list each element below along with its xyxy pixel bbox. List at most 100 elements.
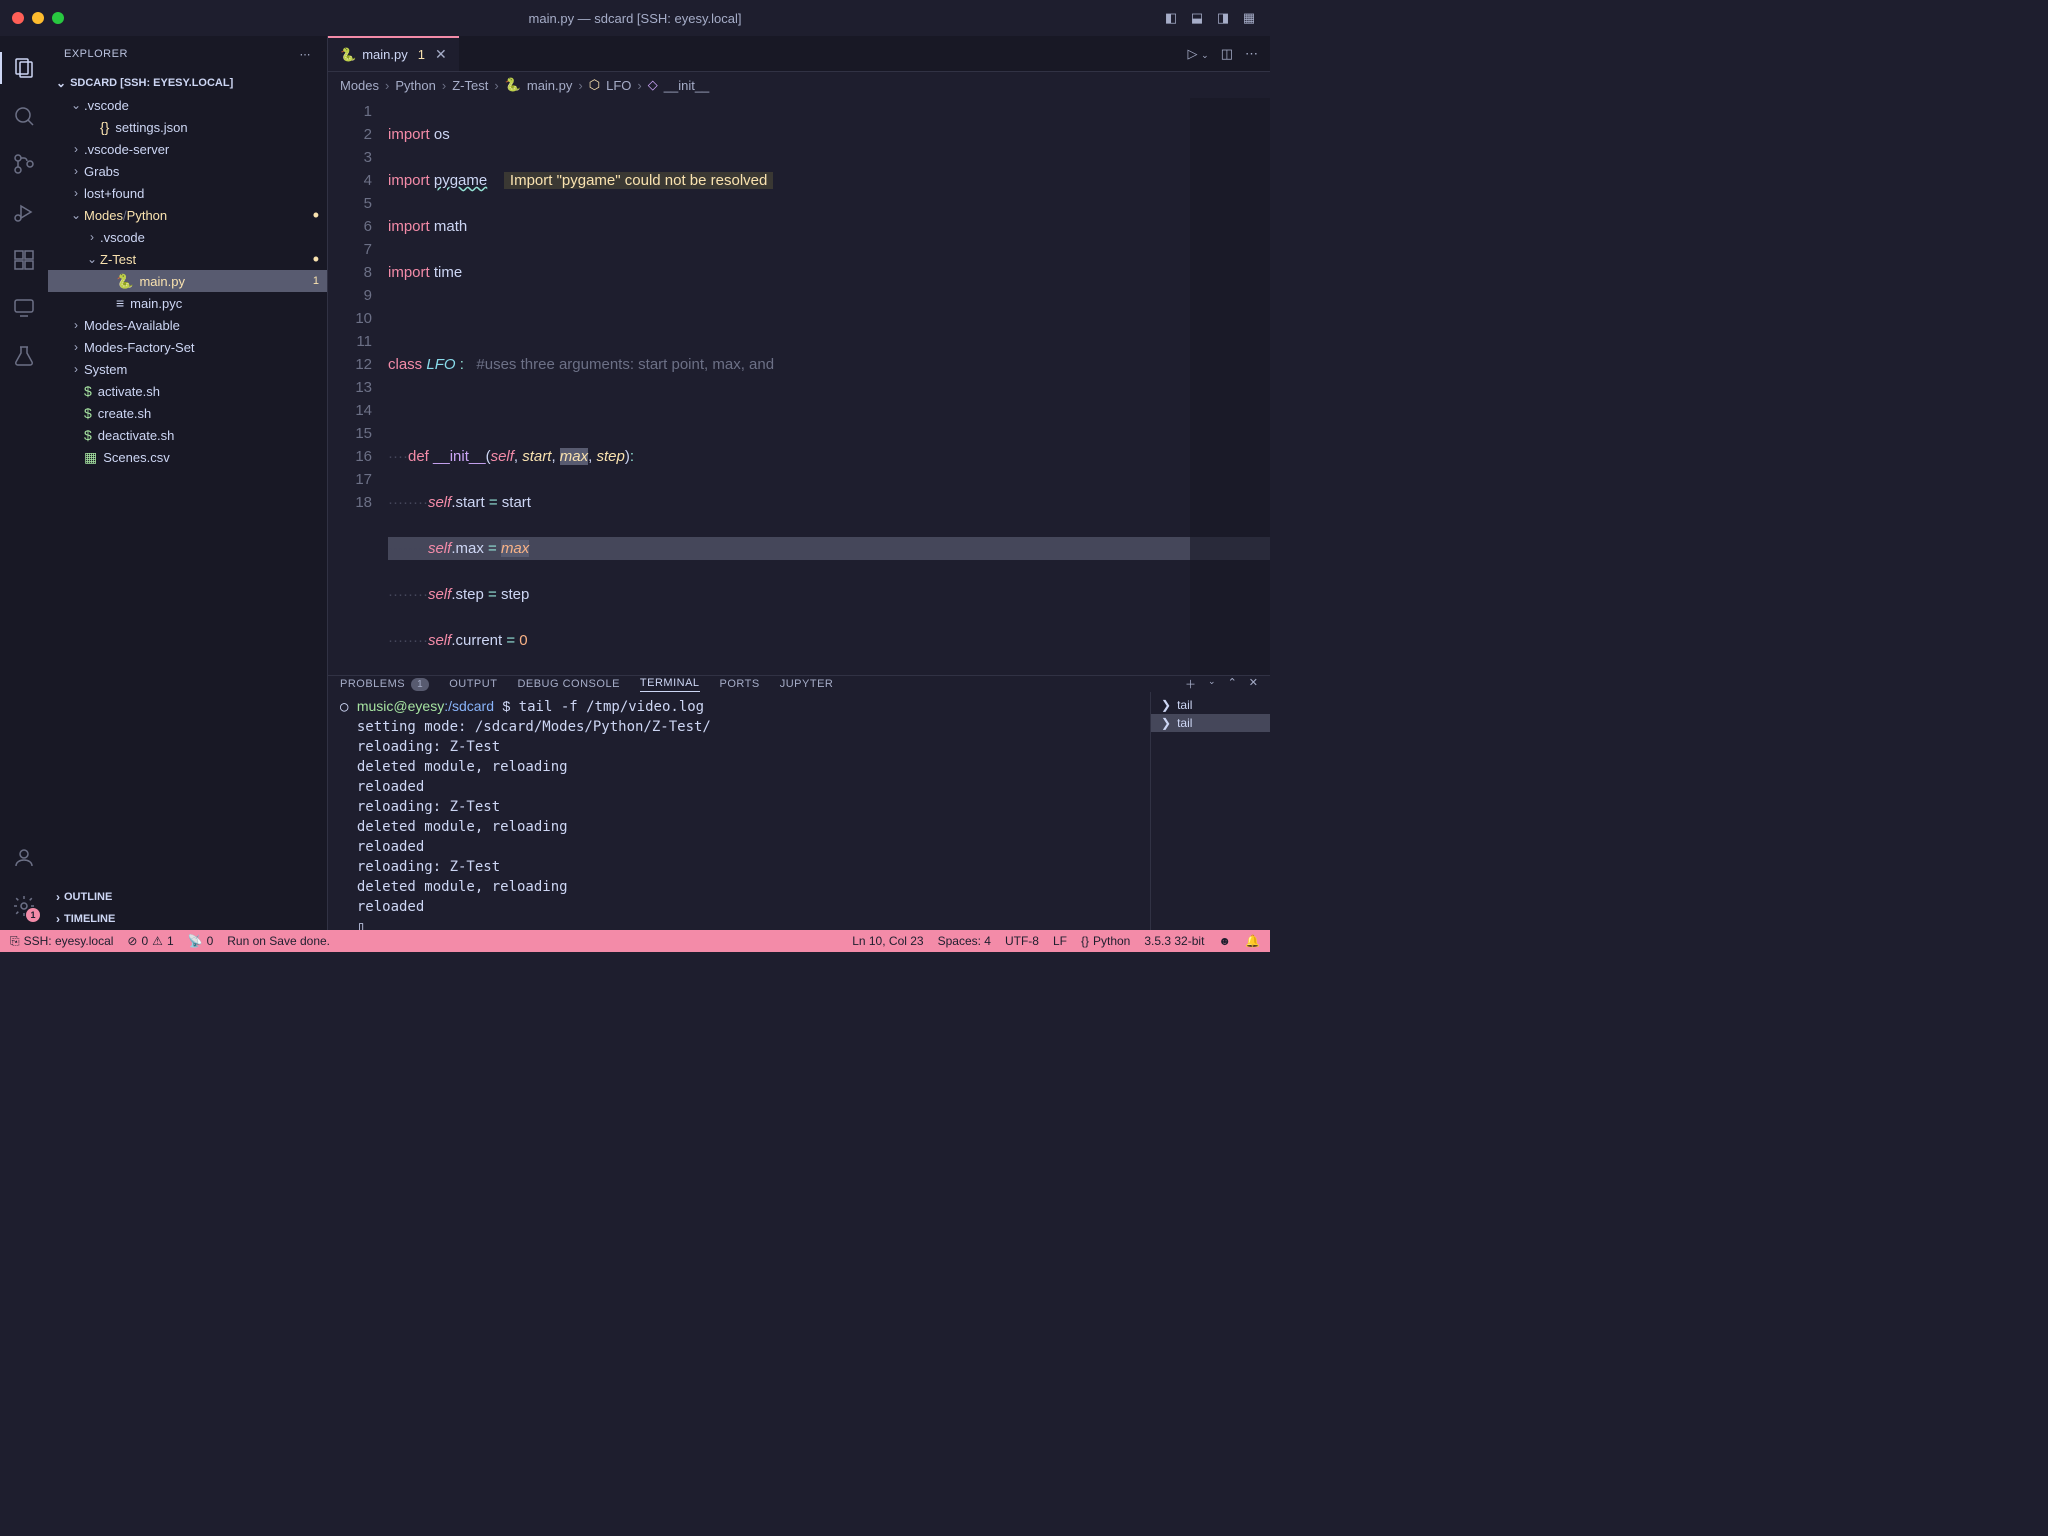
- layout-sidebar-left-icon[interactable]: ◧: [1162, 9, 1180, 27]
- panel-tab-output[interactable]: OUTPUT: [449, 678, 497, 690]
- activity-accounts[interactable]: [0, 834, 48, 882]
- minimap[interactable]: [1190, 98, 1270, 675]
- curly-braces-icon: {}: [1081, 934, 1089, 948]
- sidebar-timeline-section[interactable]: ›TIMELINE: [48, 908, 327, 930]
- more-actions-icon[interactable]: ⋯: [1245, 46, 1258, 62]
- tree-folder-modes-python[interactable]: ⌄Modes / Python•: [48, 204, 327, 226]
- status-indent[interactable]: Spaces: 4: [938, 934, 991, 948]
- status-notifications-icon[interactable]: 🔔: [1245, 934, 1260, 948]
- breadcrumb[interactable]: Modes› Python› Z-Test› 🐍main.py› ⬡LFO› ◇…: [328, 72, 1270, 98]
- method-icon: ◇: [648, 77, 658, 93]
- activity-extensions[interactable]: [0, 236, 48, 284]
- tree-folder-vscode[interactable]: ⌄.vscode: [48, 94, 327, 116]
- shell-icon: $: [84, 427, 92, 443]
- tree-file-scenes-csv[interactable]: ▦Scenes.csv: [48, 446, 327, 468]
- editor-tab-main-py[interactable]: 🐍 main.py 1 ✕: [328, 36, 459, 71]
- file-tree: ⌄.vscode {}settings.json ›.vscode-server…: [48, 94, 327, 468]
- new-terminal-icon[interactable]: ＋: [1185, 676, 1196, 692]
- terminal-list: ❯tail ❯tail: [1150, 692, 1270, 930]
- tree-folder-lost-found[interactable]: ›lost+found: [48, 182, 327, 204]
- terminal-list-item[interactable]: ❯tail: [1151, 714, 1270, 732]
- tab-close-icon[interactable]: ✕: [435, 46, 447, 63]
- bottom-panel: PROBLEMS1 OUTPUT DEBUG CONSOLE TERMINAL …: [328, 675, 1270, 930]
- terminal-icon: ❯: [1161, 698, 1171, 712]
- activity-run-debug[interactable]: [0, 188, 48, 236]
- status-ports[interactable]: 📡0: [188, 934, 214, 948]
- titlebar-layout-controls: ◧ ⬓ ◨ ▦: [1162, 9, 1258, 27]
- layout-sidebar-right-icon[interactable]: ◨: [1214, 9, 1232, 27]
- tree-file-create-sh[interactable]: $create.sh: [48, 402, 327, 424]
- activity-settings[interactable]: 1: [0, 882, 48, 930]
- terminal-icon: ❯: [1161, 716, 1171, 730]
- status-cursor-position[interactable]: Ln 10, Col 23: [852, 934, 923, 948]
- line-gutter: 123456789101112131415161718: [328, 98, 388, 675]
- inline-diagnostic: Import "pygame" could not be resolved: [504, 172, 773, 189]
- csv-icon: ▦: [84, 449, 97, 466]
- error-icon: ⊘: [127, 934, 137, 948]
- python-icon: 🐍: [340, 47, 356, 63]
- maximize-window-button[interactable]: [52, 12, 64, 24]
- status-python-version[interactable]: 3.5.3 32-bit: [1144, 934, 1204, 948]
- sidebar-actions-icon[interactable]: ⋯: [300, 48, 312, 61]
- sidebar-explorer: EXPLORER ⋯ ⌄ SDCARD [SSH: EYESY.LOCAL] ⌄…: [48, 36, 328, 930]
- panel-maximize-icon[interactable]: ⌃: [1228, 676, 1237, 692]
- activity-explorer[interactable]: [0, 44, 48, 92]
- panel-tab-debug-console[interactable]: DEBUG CONSOLE: [517, 678, 619, 690]
- editor-area: 🐍 main.py 1 ✕ ▷ ⌄ ◫ ⋯ Modes› Python› Z-T…: [328, 36, 1270, 930]
- panel-tab-problems[interactable]: PROBLEMS1: [340, 678, 429, 691]
- code-content[interactable]: import os import pygame Import "pygame" …: [388, 98, 1270, 675]
- run-icon[interactable]: ▷ ⌄: [1188, 46, 1209, 62]
- status-bar: ⎘SSH: eyesy.local ⊘0 ⚠1 📡0 Run on Save d…: [0, 930, 1270, 952]
- editor-tab-bar: 🐍 main.py 1 ✕ ▷ ⌄ ◫ ⋯: [328, 36, 1270, 72]
- panel-close-icon[interactable]: ✕: [1249, 676, 1258, 692]
- status-encoding[interactable]: UTF-8: [1005, 934, 1039, 948]
- terminal-output[interactable]: ○ music@eyesy:/sdcard $ tail -f /tmp/vid…: [328, 692, 1150, 930]
- titlebar: main.py — sdcard [SSH: eyesy.local] ◧ ⬓ …: [0, 0, 1270, 36]
- tree-folder-modes-vscode[interactable]: ›.vscode: [48, 226, 327, 248]
- tree-file-main-py[interactable]: 🐍main.py1: [48, 270, 327, 292]
- activity-search[interactable]: [0, 92, 48, 140]
- status-language[interactable]: {}Python: [1081, 934, 1130, 948]
- activity-remote-explorer[interactable]: [0, 284, 48, 332]
- chevron-down-icon: ⌄: [56, 76, 66, 90]
- code-editor[interactable]: 123456789101112131415161718 import os im…: [328, 98, 1270, 675]
- sidebar-root-label: SDCARD [SSH: EYESY.LOCAL]: [70, 77, 233, 89]
- minimize-window-button[interactable]: [32, 12, 44, 24]
- shell-icon: $: [84, 383, 92, 399]
- status-eol[interactable]: LF: [1053, 934, 1067, 948]
- tree-folder-ztest[interactable]: ⌄Z-Test•: [48, 248, 327, 270]
- activity-bar: 1: [0, 36, 48, 930]
- panel-tab-ports[interactable]: PORTS: [720, 678, 760, 690]
- status-feedback-icon[interactable]: ☻: [1218, 934, 1231, 948]
- panel-tab-terminal[interactable]: TERMINAL: [640, 677, 700, 692]
- window-controls: [12, 12, 64, 24]
- tree-folder-system[interactable]: ›System: [48, 358, 327, 380]
- panel-tab-jupyter[interactable]: JUPYTER: [780, 678, 834, 690]
- status-problems[interactable]: ⊘0 ⚠1: [127, 934, 173, 948]
- terminal-list-item[interactable]: ❯tail: [1151, 696, 1270, 714]
- close-window-button[interactable]: [12, 12, 24, 24]
- tree-folder-modes-available[interactable]: ›Modes-Available: [48, 314, 327, 336]
- activity-testing[interactable]: [0, 332, 48, 380]
- tree-folder-grabs[interactable]: ›Grabs: [48, 160, 327, 182]
- tree-folder-vscode-server[interactable]: ›.vscode-server: [48, 138, 327, 160]
- radio-icon: 📡: [188, 934, 203, 948]
- tree-file-deactivate-sh[interactable]: $deactivate.sh: [48, 424, 327, 446]
- sidebar-outline-section[interactable]: ›OUTLINE: [48, 886, 327, 908]
- status-remote[interactable]: ⎘SSH: eyesy.local: [10, 934, 113, 949]
- sidebar-title: EXPLORER: [64, 48, 128, 60]
- tree-file-settings-json[interactable]: {}settings.json: [48, 116, 327, 138]
- tree-folder-modes-factory[interactable]: ›Modes-Factory-Set: [48, 336, 327, 358]
- activity-source-control[interactable]: [0, 140, 48, 188]
- sidebar-root-folder[interactable]: ⌄ SDCARD [SSH: EYESY.LOCAL]: [48, 72, 327, 94]
- layout-panel-icon[interactable]: ⬓: [1188, 9, 1206, 27]
- split-editor-icon[interactable]: ◫: [1221, 46, 1233, 62]
- file-icon: ≡: [116, 295, 124, 311]
- status-run-on-save[interactable]: Run on Save done.: [227, 934, 330, 948]
- layout-customize-icon[interactable]: ▦: [1240, 9, 1258, 27]
- terminal-dropdown-icon[interactable]: ⌄: [1208, 676, 1216, 692]
- tree-file-main-pyc[interactable]: ≡main.pyc: [48, 292, 327, 314]
- python-icon: 🐍: [116, 273, 133, 290]
- tree-file-activate-sh[interactable]: $activate.sh: [48, 380, 327, 402]
- window-title: main.py — sdcard [SSH: eyesy.local]: [529, 11, 742, 26]
